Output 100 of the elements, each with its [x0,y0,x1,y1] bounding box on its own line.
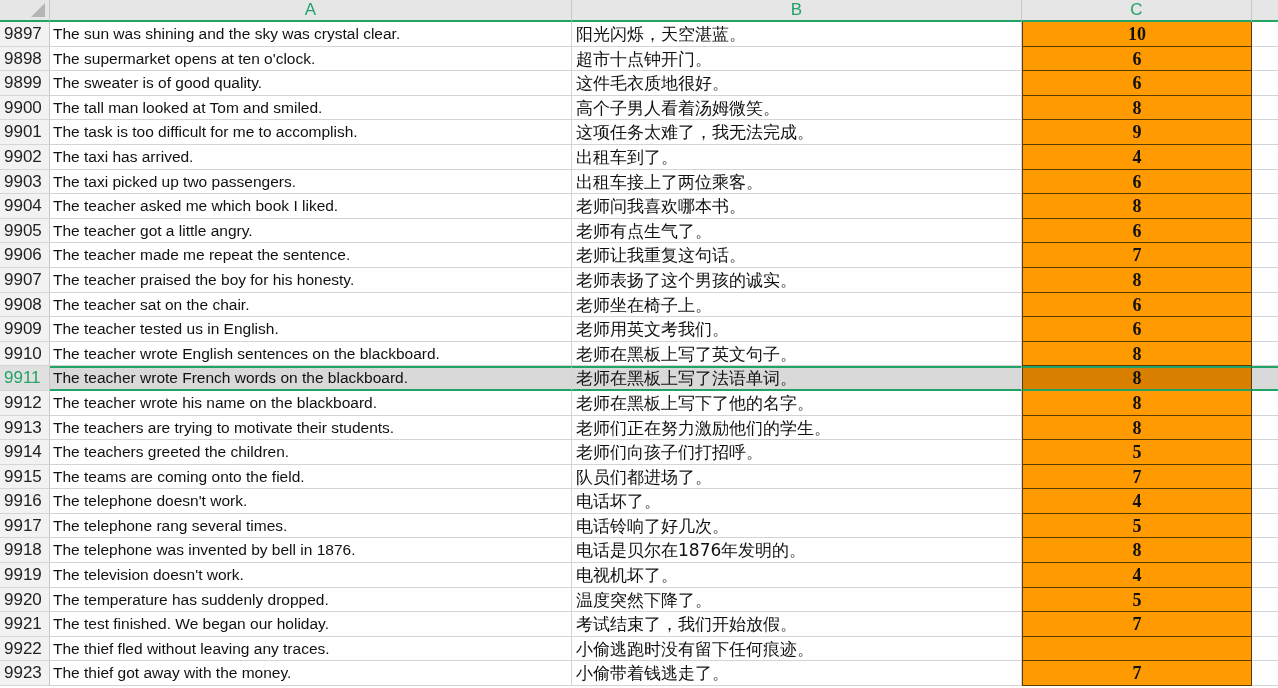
table-cell: 9 [1022,120,1252,145]
table-cell: 出租车接上了两位乘客。 [572,169,1022,195]
table-cell: 6 [1022,71,1252,96]
row-header[interactable]: 9908 [0,292,50,318]
row-header[interactable]: 9919 [0,563,50,588]
table-cell: 7 [1022,464,1252,490]
table-cell: 10 [1022,22,1252,47]
table-cell: 8 [1022,267,1252,293]
table-cell: 老师们向孩子们打招呼。 [572,440,1022,465]
row-header[interactable]: 9904 [0,194,50,219]
table-cell: The sweater is of good quality. [50,71,572,96]
table-cell: 6 [1022,317,1252,342]
table-cell: 8 [1022,194,1252,219]
table-cell: 小偷逃跑时没有留下任何痕迹。 [572,636,1022,662]
table-cell: 阳光闪烁，天空湛蓝。 [572,22,1022,47]
table-cell: The teacher wrote his name on the blackboard. [50,390,572,416]
table-cell [1252,366,1278,391]
table-cell: 8 [1022,366,1252,391]
table-cell: 5 [1022,513,1252,539]
table-cell: The tall man looked at Tom and smiled. [50,95,572,121]
row-header[interactable]: 9906 [0,243,50,268]
table-cell: 老师用英文考我们。 [572,317,1022,342]
select-all-corner[interactable] [0,0,50,22]
row-header[interactable]: 9912 [0,390,50,416]
table-cell: The temperature has suddenly dropped. [50,587,572,613]
table-cell: 老师问我喜欢哪本书。 [572,194,1022,219]
table-cell: 超市十点钟开门。 [572,46,1022,72]
row-header[interactable]: 9907 [0,267,50,293]
table-cell: 6 [1022,169,1252,195]
table-cell: 老师在黑板上写下了他的名字。 [572,390,1022,416]
table-cell: The telephone was invented by bell in 1876. [50,538,572,564]
row-header[interactable]: 9914 [0,440,50,465]
table-cell: The taxi picked up two passengers. [50,169,572,195]
table-cell: 老师在黑板上写了法语单词。 [572,366,1022,391]
table-cell: 6 [1022,46,1252,72]
row-header[interactable]: 9922 [0,636,50,662]
table-cell: 高个子男人看着汤姆微笑。 [572,95,1022,121]
table-cell: The teacher tested us in English. [50,317,572,342]
row-header[interactable]: 9915 [0,464,50,490]
row-header[interactable]: 9903 [0,169,50,195]
table-cell: The teacher got a little angry. [50,218,572,244]
table-cell: 出租车到了。 [572,144,1022,170]
row-header[interactable]: 9905 [0,218,50,244]
table-cell: 6 [1022,292,1252,318]
table-cell: The teacher asked me which book I liked. [50,194,572,219]
table-cell: 8 [1022,415,1252,441]
table-cell: The teams are coming onto the field. [50,464,572,490]
table-cell: The teacher sat on the chair. [50,292,572,318]
table-cell: 老师们正在努力激励他们的学生。 [572,415,1022,441]
row-header[interactable]: 9901 [0,120,50,145]
row-header[interactable]: 9920 [0,587,50,613]
table-cell: The thief fled without leaving any traces. [50,636,572,662]
column-header[interactable] [1252,0,1278,22]
row-header[interactable]: 9918 [0,538,50,564]
table-cell: 4 [1022,489,1252,514]
row-header[interactable]: 9898 [0,46,50,72]
table-cell: 6 [1022,218,1252,244]
table-cell: The telephone doesn't work. [50,489,572,514]
table-cell: The supermarket opens at ten o'clock. [50,46,572,72]
row-header[interactable]: 9897 [0,22,50,47]
row-header[interactable]: 9921 [0,612,50,637]
table-cell: The telephone rang several times. [50,513,572,539]
table-cell: 8 [1022,538,1252,564]
row-header[interactable]: 9917 [0,513,50,539]
row-header[interactable]: 9900 [0,95,50,121]
table-cell: 7 [1022,661,1252,687]
table-cell: The teacher made me repeat the sentence. [50,243,572,268]
table-cell: 老师让我重复这句话。 [572,243,1022,268]
table-cell: 4 [1022,144,1252,170]
row-header[interactable]: 9910 [0,341,50,367]
table-cell: The teacher praised the boy for his honesty. [50,267,572,293]
table-cell: 这件毛衣质地很好。 [572,71,1022,96]
row-header[interactable]: 9899 [0,71,50,96]
table-cell: 7 [1022,612,1252,637]
table-cell: 这项任务太难了，我无法完成。 [572,120,1022,145]
table-cell: The test finished. We began our holiday. [50,612,572,637]
table-cell: 队员们都进场了。 [572,464,1022,490]
table-cell: 电话是贝尔在1876年发明的。 [572,538,1022,564]
table-cell: The thief got away with the money. [50,661,572,687]
table-cell: The task is too difficult for me to accomplish. [50,120,572,145]
table-cell: The taxi has arrived. [50,144,572,170]
table-cell: 5 [1022,587,1252,613]
table-cell: The television doesn't work. [50,563,572,588]
row-header[interactable]: 9902 [0,144,50,170]
table-cell: The sun was shining and the sky was crystal clear. [50,22,572,47]
row-header[interactable]: 9916 [0,489,50,514]
row-header[interactable]: 9913 [0,415,50,441]
table-cell: 老师有点生气了。 [572,218,1022,244]
table-cell: 8 [1022,341,1252,367]
table-cell: 8 [1022,95,1252,121]
table-cell: 5 [1022,440,1252,465]
table-cell: 温度突然下降了。 [572,587,1022,613]
table-cell: 老师表扬了这个男孩的诚实。 [572,267,1022,293]
table-cell: 老师坐在椅子上。 [572,292,1022,318]
table-cell: The teachers are trying to motivate their students. [50,415,572,441]
table-cell: The teachers greeted the children. [50,440,572,465]
table-cell: 考试结束了，我们开始放假。 [572,612,1022,637]
row-header[interactable]: 9923 [0,661,50,687]
table-cell: 电视机坏了。 [572,563,1022,588]
row-header[interactable]: 9909 [0,317,50,342]
